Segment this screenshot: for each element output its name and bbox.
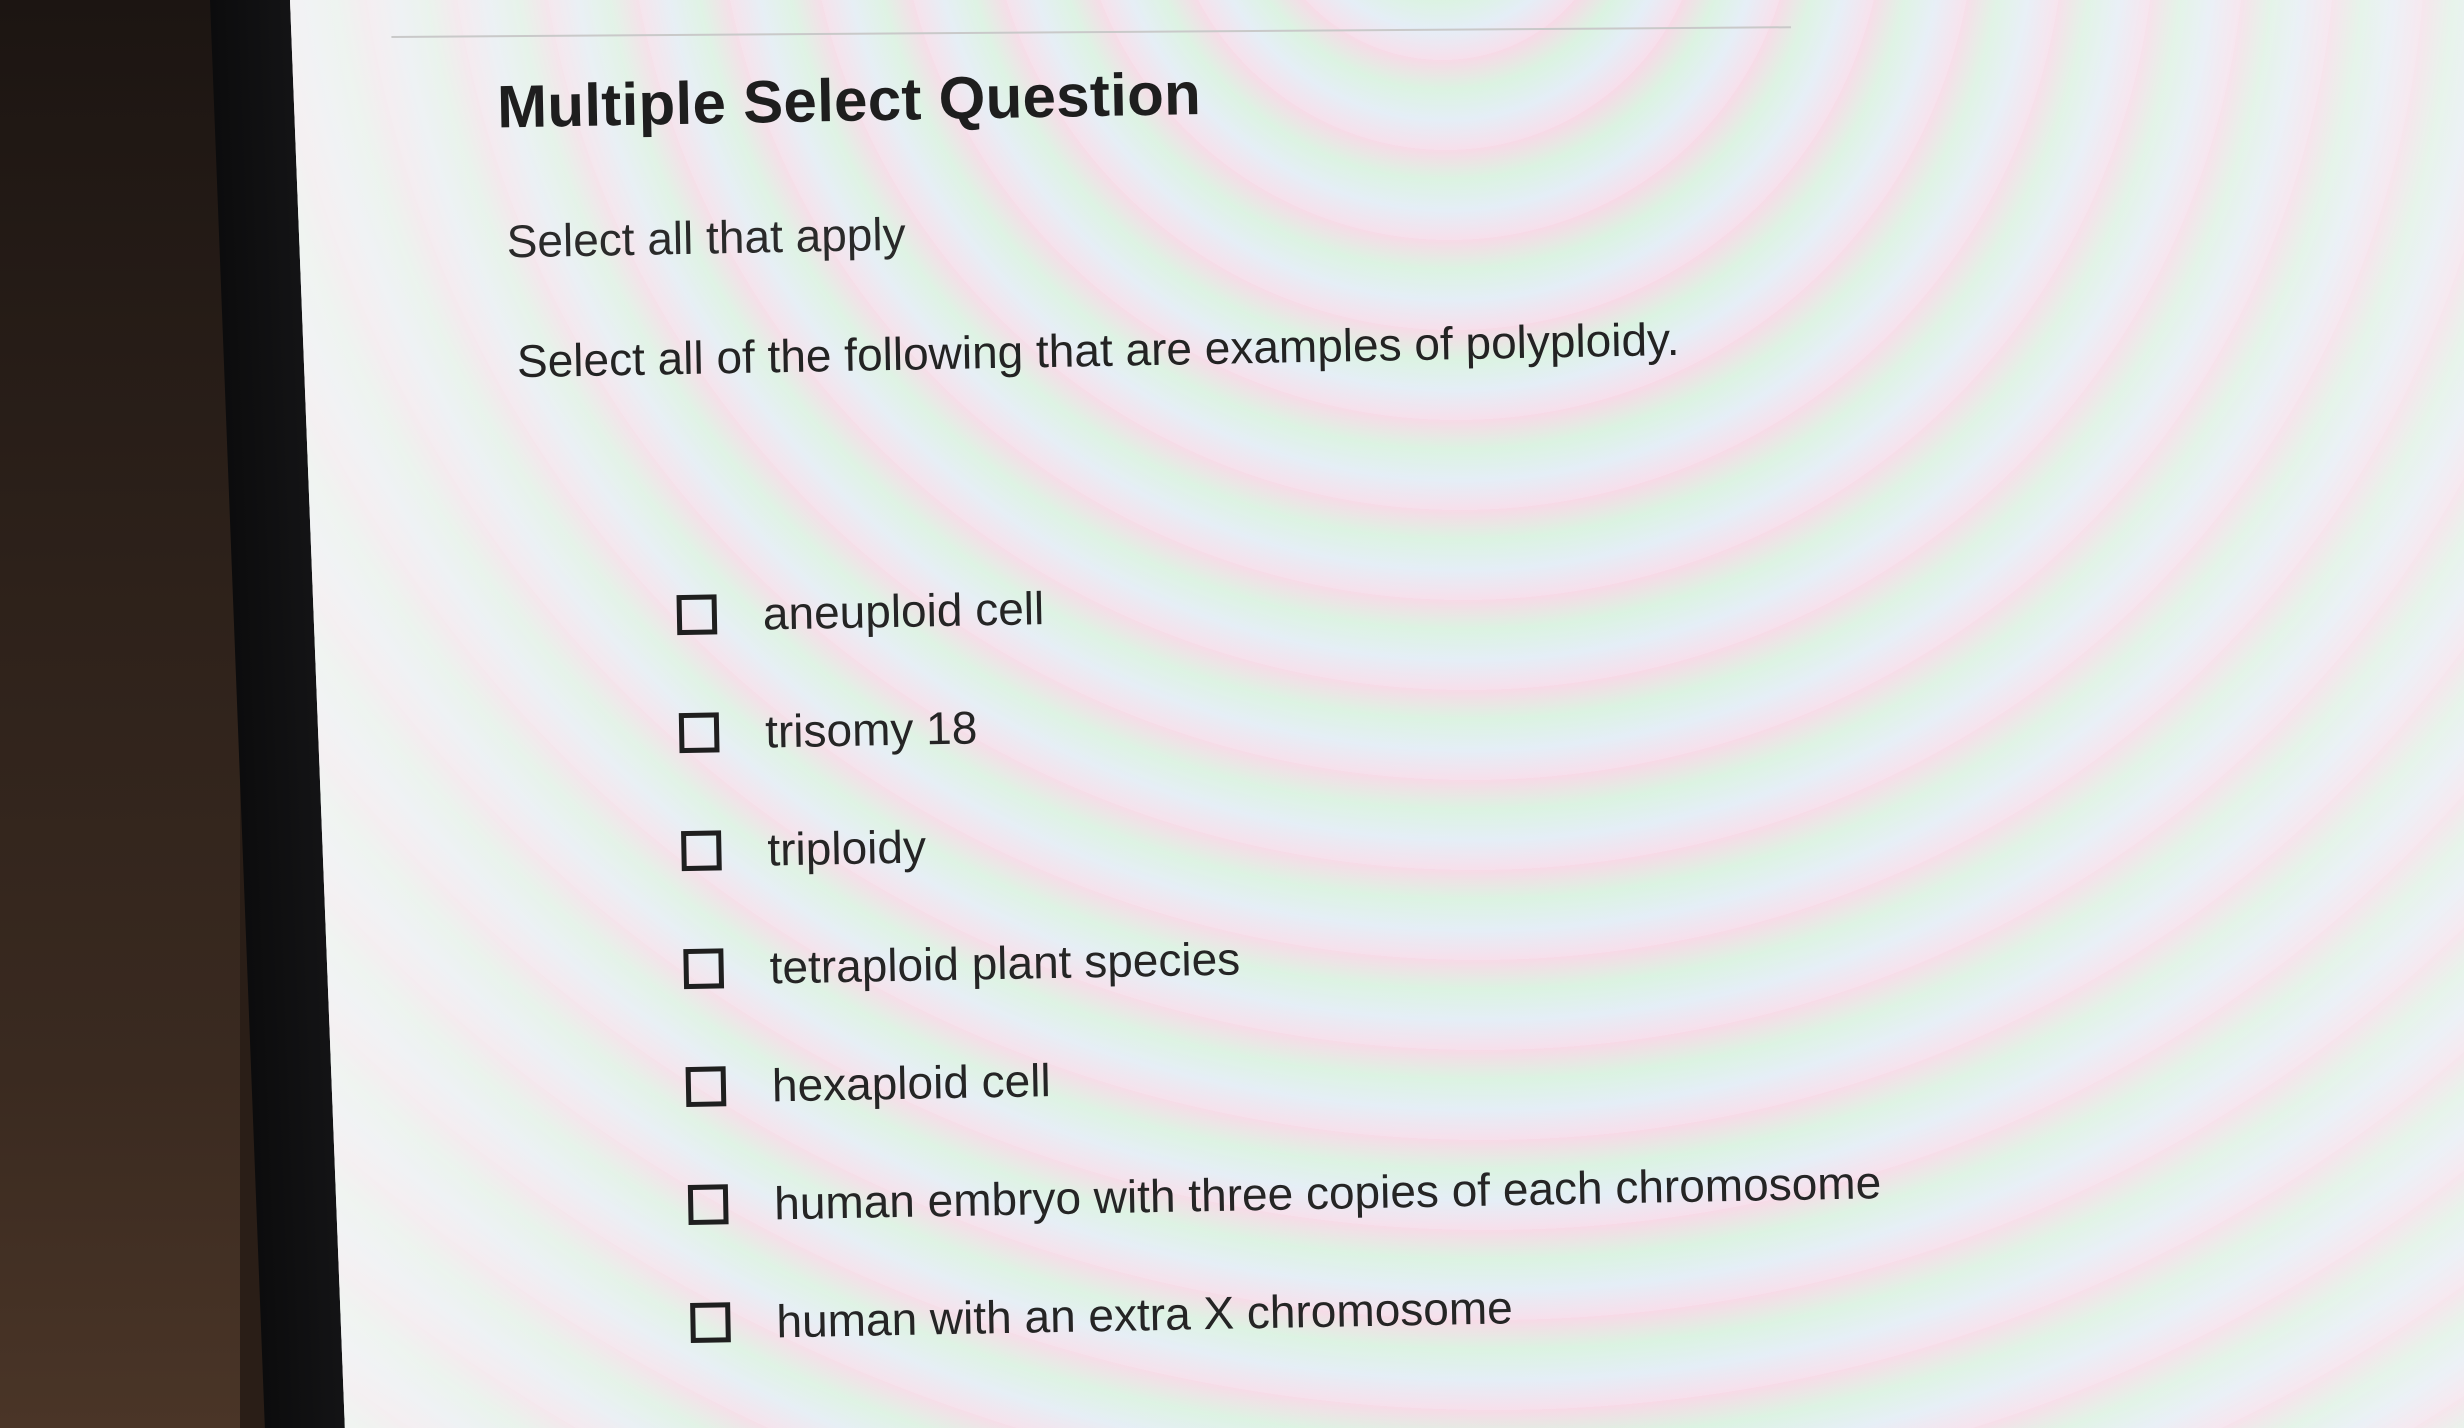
- answer-options-list: aneuploid cell trisomy 18 triploidy tetr…: [676, 533, 1885, 1382]
- answer-option-label[interactable]: trisomy 18: [765, 700, 978, 758]
- answer-option[interactable]: human embryo with three copies of each c…: [687, 1123, 1882, 1264]
- answer-option[interactable]: human with an extra X chromosome: [689, 1241, 1884, 1382]
- checkbox[interactable]: [676, 594, 718, 636]
- question-type-heading: Multiple Select Question: [496, 59, 1202, 141]
- checkbox[interactable]: [690, 1302, 731, 1344]
- answer-option-label[interactable]: hexaploid cell: [771, 1053, 1051, 1112]
- answer-option-label[interactable]: human with an extra X chromosome: [776, 1280, 1513, 1348]
- checkbox[interactable]: [685, 1066, 727, 1108]
- answer-option-label[interactable]: triploidy: [767, 819, 927, 876]
- answer-option[interactable]: trisomy 18: [678, 651, 1873, 792]
- answer-option-label[interactable]: aneuploid cell: [762, 581, 1044, 640]
- photo-scene: Multiple Select Question Select all that…: [0, 0, 2464, 1428]
- answer-option[interactable]: hexaploid cell: [685, 1005, 1880, 1146]
- answer-option-label[interactable]: tetraploid plant species: [769, 931, 1240, 994]
- question-prompt: Select all of the following that are exa…: [516, 312, 1680, 388]
- question-panel: Multiple Select Question Select all that…: [210, 0, 1937, 1428]
- answer-option[interactable]: triploidy: [680, 769, 1875, 910]
- answer-option-label[interactable]: human embryo with three copies of each c…: [774, 1155, 1882, 1230]
- checkbox[interactable]: [681, 830, 722, 872]
- checkbox[interactable]: [683, 948, 725, 990]
- answer-option[interactable]: tetraploid plant species: [683, 887, 1878, 1028]
- checkbox[interactable]: [678, 712, 720, 754]
- question-instruction: Select all that apply: [506, 207, 907, 268]
- checkbox[interactable]: [687, 1184, 729, 1226]
- desk-background: [0, 0, 240, 1428]
- answer-option[interactable]: aneuploid cell: [676, 533, 1871, 674]
